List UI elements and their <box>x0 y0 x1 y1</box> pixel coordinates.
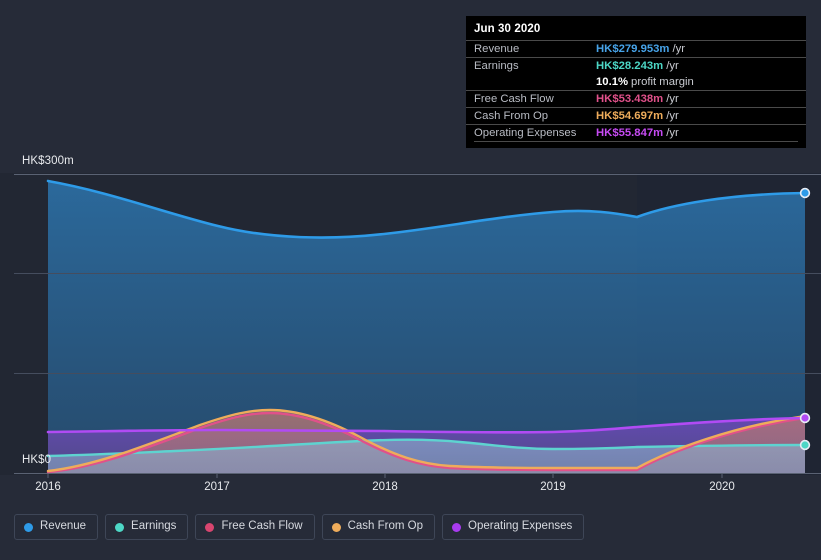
legend-label-free-cash-flow: Free Cash Flow <box>221 520 303 533</box>
tooltip-unit-revenue: /yr <box>672 42 686 55</box>
x-axis-label-2016: 2016 <box>35 481 61 493</box>
tooltip-label-free-cash-flow: Free Cash Flow <box>474 93 554 106</box>
tooltip-date-title: Jun 30 2020 <box>474 23 541 35</box>
x-axis-label-2017: 2017 <box>204 481 230 493</box>
x-axis-label-2020: 2020 <box>709 481 735 493</box>
tooltip-unit-free-cash-flow: /yr <box>666 93 679 106</box>
tooltip-value-free-cash-flow: HK$53.438m <box>596 93 664 106</box>
chart-legend: Revenue Earnings Free Cash Flow Cash Fro… <box>14 514 585 540</box>
tooltip-row-profit-margin: 10.1% profit margin <box>466 74 806 91</box>
tooltip-label-earnings: Earnings <box>474 59 519 72</box>
legend-label-revenue: Revenue <box>40 520 87 533</box>
legend-item-free-cash-flow[interactable]: Free Cash Flow <box>195 514 315 540</box>
tooltip-row-free-cash-flow: Free Cash Flow HK$53.438m /yr <box>466 90 806 107</box>
legend-label-operating-expenses: Operating Expenses <box>468 520 573 533</box>
tooltip-label-revenue: Revenue <box>474 42 520 55</box>
x-axis-label-2019: 2019 <box>540 481 566 493</box>
legend-dot-free-cash-flow-icon <box>205 522 215 532</box>
legend-item-revenue[interactable]: Revenue <box>14 514 99 540</box>
x-axis-label-2018: 2018 <box>372 481 398 493</box>
tooltip-row-earnings: Earnings HK$28.243m /yr <box>466 56 806 74</box>
legend-dot-revenue-icon <box>24 522 33 532</box>
tooltip-unit-earnings: /yr <box>666 59 679 72</box>
tooltip-value-revenue: HK$279.953m <box>596 42 670 55</box>
tooltip-value-cash-from-op: HK$54.697m <box>596 110 664 123</box>
tooltip-value-profit-margin: 10.1% <box>596 75 629 88</box>
legend-item-operating-expenses[interactable]: Operating Expenses <box>442 514 585 540</box>
tooltip-unit-operating-expenses: /yr <box>666 126 679 139</box>
tooltip-label-cash-from-op: Cash From Op <box>474 110 549 123</box>
legend-label-earnings: Earnings <box>131 520 177 533</box>
endpoint-marker-opex <box>799 412 811 424</box>
tooltip-row-operating-expenses: Operating Expenses HK$55.847m /yr <box>466 123 806 141</box>
legend-dot-earnings-icon <box>115 522 125 532</box>
endpoint-marker-earnings <box>799 439 811 451</box>
legend-item-cash-from-op[interactable]: Cash From Op <box>321 514 436 540</box>
tooltip-row-cash-from-op: Cash From Op HK$54.697m /yr <box>466 107 806 124</box>
legend-label-cash-from-op: Cash From Op <box>347 520 424 533</box>
financial-chart-widget: HK$300m HK$0 2016 2017 2018 2019 2020 Ju… <box>0 0 821 560</box>
tooltip-label-operating-expenses: Operating Expenses <box>474 126 577 139</box>
tooltip-unit-profit-margin: profit margin <box>631 75 694 88</box>
tooltip-row-revenue: Revenue HK$279.953m /yr <box>466 40 806 57</box>
tooltip-value-earnings: HK$28.243m <box>596 59 664 72</box>
tooltip-value-operating-expenses: HK$55.847m <box>596 126 664 139</box>
tooltip-bottom-spacer <box>466 142 806 148</box>
chart-tooltip: Jun 30 2020 Revenue HK$279.953m /yr Earn… <box>466 16 806 148</box>
legend-item-earnings[interactable]: Earnings <box>105 514 189 540</box>
endpoint-marker-revenue <box>799 187 811 199</box>
legend-dot-cash-from-op-icon <box>331 522 341 532</box>
legend-dot-operating-expenses-icon <box>452 522 462 532</box>
tooltip-unit-cash-from-op: /yr <box>666 110 679 123</box>
